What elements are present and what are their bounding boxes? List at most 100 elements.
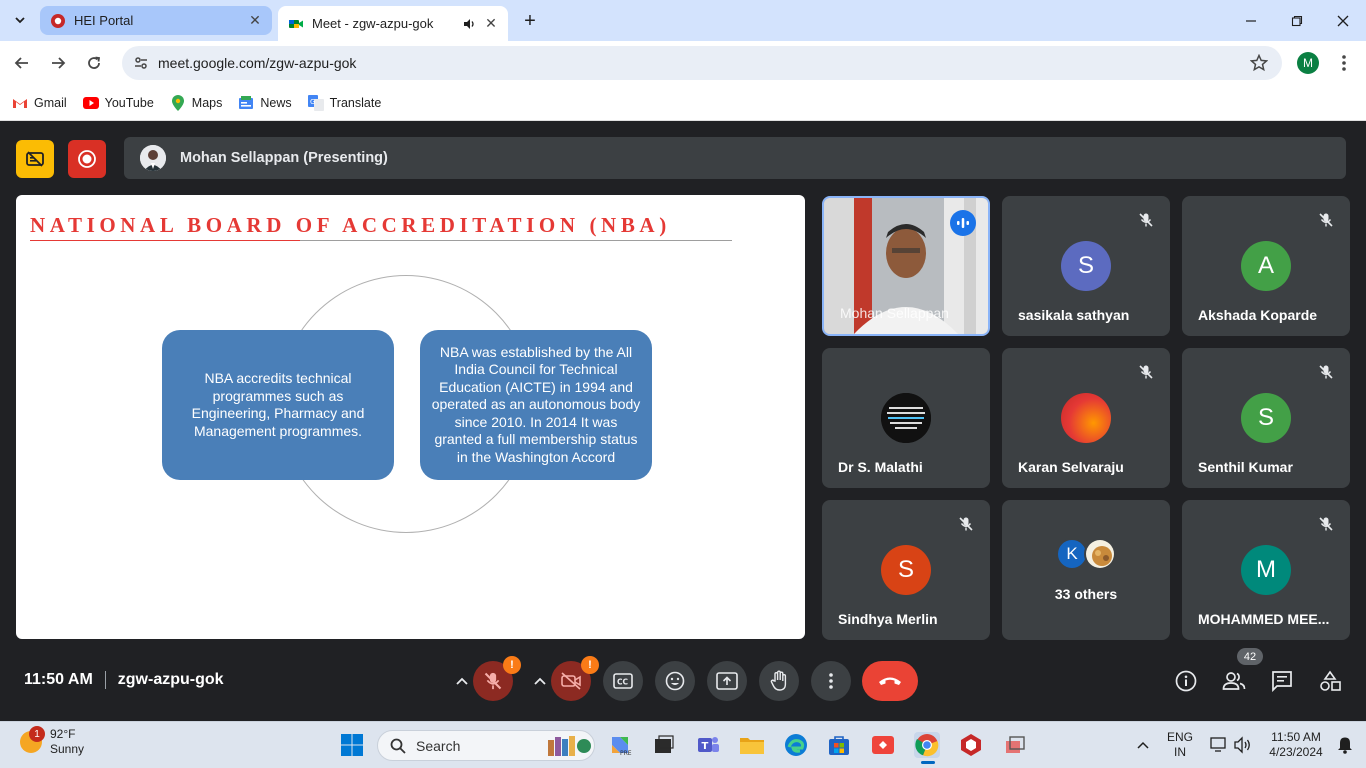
meeting-details-button[interactable] — [1172, 667, 1200, 695]
weather-temp: 92°F — [50, 727, 76, 741]
participant-tile-karan[interactable]: Karan Selvaraju — [1002, 348, 1170, 488]
activities-button[interactable] — [1316, 667, 1344, 695]
raise-hand-icon — [770, 670, 787, 691]
more-vertical-icon — [829, 673, 833, 689]
presentation-slide[interactable]: NATIONAL BOARD OF ACCREDITATION (NBA) NB… — [16, 195, 805, 639]
search-highlight-books-icon — [548, 736, 591, 756]
bookmark-translate[interactable]: G Translate — [307, 94, 381, 111]
tab-meet[interactable]: Meet - zgw-azpu-gok ✕ — [278, 6, 508, 41]
participant-avatar: S — [1241, 393, 1291, 443]
weather-desc: Sunny — [50, 742, 85, 756]
address-bar[interactable]: meet.google.com/zgw-azpu-gok — [122, 46, 1282, 80]
reload-button[interactable] — [80, 49, 108, 77]
edge-icon[interactable] — [783, 732, 809, 758]
raise-hand-button[interactable] — [759, 661, 799, 701]
participant-avatar: S — [881, 545, 931, 595]
participant-tile-malathi[interactable]: Dr S. Malathi — [822, 348, 990, 488]
google-meet-favicon-icon — [289, 19, 303, 28]
minimize-icon — [1246, 19, 1256, 22]
system-clock[interactable]: 11:50 AM 4/23/2024 — [1262, 730, 1330, 760]
bookmark-maps[interactable]: Maps — [170, 94, 222, 111]
captions-off-indicator-button[interactable] — [16, 140, 54, 178]
leave-call-button[interactable] — [862, 661, 918, 701]
recording-indicator-button[interactable] — [68, 140, 106, 178]
profile-avatar[interactable]: M — [1297, 52, 1319, 74]
teams-icon[interactable]: T — [695, 732, 721, 758]
new-tab-button[interactable]: + — [518, 9, 542, 33]
participant-tile-senthil[interactable]: S Senthil Kumar — [1182, 348, 1350, 488]
bookmark-star-icon[interactable] — [1250, 54, 1268, 72]
bookmark-news[interactable]: News — [238, 95, 292, 111]
tab-title: HEI Portal — [74, 13, 134, 28]
participant-tile-sasikala[interactable]: S sasikala sathyan — [1002, 196, 1170, 336]
search-label: Search — [416, 737, 461, 754]
mic-off-icon — [484, 672, 502, 690]
bookmark-youtube[interactable]: YouTube — [82, 95, 154, 111]
participant-avatar: S — [1061, 241, 1111, 291]
file-explorer-icon[interactable] — [739, 732, 765, 758]
emoji-icon — [665, 671, 685, 691]
screen-tool-icon[interactable] — [1002, 732, 1028, 758]
presenter-avatar — [140, 145, 166, 171]
microsoft-store-icon[interactable] — [826, 732, 852, 758]
more-options-button[interactable] — [811, 661, 851, 701]
close-tab-icon[interactable]: ✕ — [482, 15, 500, 33]
chat-icon — [1272, 671, 1292, 692]
close-window-button[interactable] — [1320, 0, 1366, 41]
task-view-icon[interactable] — [651, 732, 677, 758]
active-app-indicator — [921, 761, 935, 764]
video-options-button[interactable] — [529, 669, 551, 693]
tab-search-button[interactable] — [6, 7, 34, 33]
forward-button[interactable] — [44, 49, 72, 77]
hei-portal-favicon-icon — [51, 13, 65, 28]
participant-tile-akshada[interactable]: A Akshada Koparde — [1182, 196, 1350, 336]
warning-badge-icon: ! — [503, 656, 521, 674]
site-settings-icon[interactable] — [126, 55, 156, 71]
camera-toggle-button[interactable]: ! — [551, 656, 599, 701]
volume-icon[interactable] — [1230, 732, 1256, 758]
copilot-taskbar-icon[interactable]: PRE — [607, 732, 633, 758]
present-screen-button[interactable] — [707, 661, 747, 701]
anydesk-icon[interactable] — [870, 732, 896, 758]
chrome-icon[interactable] — [914, 732, 940, 764]
notifications-bell-icon[interactable] — [1332, 732, 1358, 758]
people-button[interactable] — [1220, 667, 1248, 695]
participant-tile-sindhya[interactable]: S Sindhya Merlin — [822, 500, 990, 640]
participant-count-badge: 42 — [1237, 648, 1263, 665]
chat-button[interactable] — [1268, 667, 1296, 695]
security-app-icon[interactable] — [958, 732, 984, 758]
restore-window-button[interactable] — [1274, 0, 1320, 41]
browser-menu-button[interactable] — [1334, 50, 1354, 76]
participant-name: Karan Selvaraju — [1018, 459, 1124, 475]
show-hidden-icons-button[interactable] — [1130, 732, 1156, 758]
back-button[interactable] — [8, 49, 36, 77]
captions-button[interactable]: CC — [603, 661, 643, 701]
weather-widget[interactable]: 1 92°F Sunny — [20, 726, 85, 757]
microphone-toggle-button[interactable]: ! — [473, 656, 521, 701]
minimize-window-button[interactable] — [1228, 0, 1274, 41]
close-icon — [1337, 15, 1349, 26]
participant-avatar: M — [1241, 545, 1291, 595]
audio-playing-icon[interactable] — [460, 15, 478, 33]
url-text[interactable]: meet.google.com/zgw-azpu-gok — [158, 55, 356, 71]
reactions-button[interactable] — [655, 661, 695, 701]
start-button[interactable] — [339, 732, 365, 758]
slide-box-right: NBA was established by the All India Cou… — [420, 330, 652, 480]
network-icon[interactable] — [1206, 732, 1232, 758]
language-indicator[interactable]: ENG IN — [1164, 730, 1196, 760]
tab-hei-portal[interactable]: HEI Portal ✕ — [40, 6, 272, 35]
search-icon — [390, 738, 406, 754]
call-end-icon — [879, 677, 901, 685]
close-tab-icon[interactable]: ✕ — [246, 12, 264, 30]
taskbar-search-box[interactable]: Search — [377, 730, 595, 761]
videocam-off-icon — [561, 672, 581, 690]
closed-caption-icon: CC — [613, 673, 633, 689]
translate-icon: G — [307, 94, 324, 111]
audio-options-button[interactable] — [451, 669, 473, 693]
divider — [104, 671, 106, 689]
participant-tile-mohammed[interactable]: M MOHAMMED MEE... — [1182, 500, 1350, 640]
slide-title: NATIONAL BOARD OF ACCREDITATION (NBA) — [30, 213, 671, 237]
participant-tile-others[interactable]: K 33 others — [1002, 500, 1170, 640]
bookmark-gmail[interactable]: Gmail — [12, 95, 67, 111]
participant-tile-mohan[interactable]: Mohan Sellappan — [822, 196, 990, 336]
